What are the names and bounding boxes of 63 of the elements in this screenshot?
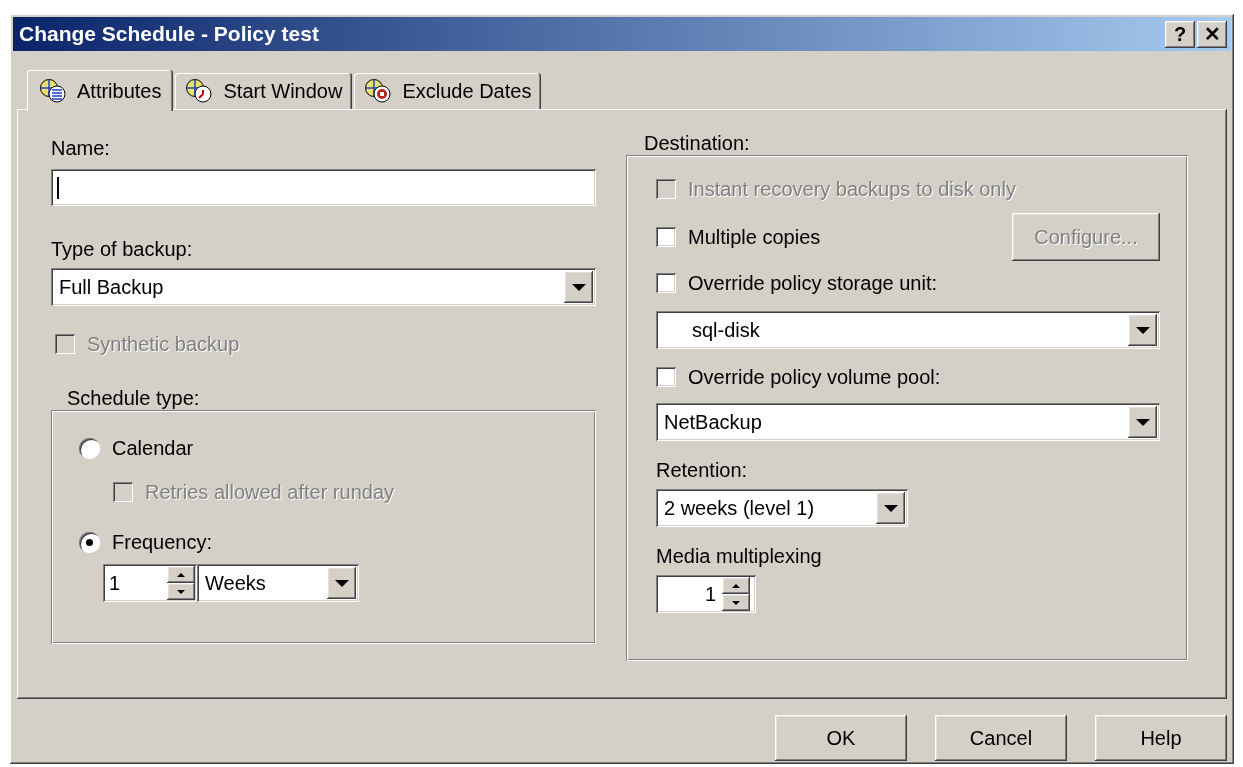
up-arrow-icon	[177, 572, 185, 577]
checkbox-label: Synthetic backup	[87, 332, 240, 356]
dropdown-value: NetBackup	[664, 410, 763, 434]
caret-icon	[1135, 418, 1150, 426]
globe-clock-icon	[185, 78, 214, 104]
dropdown-button[interactable]	[564, 271, 593, 303]
dialog-button[interactable]: OK	[775, 715, 907, 761]
caret-icon	[883, 504, 898, 512]
dropdown-button[interactable]	[1128, 314, 1157, 346]
field-label: Retention:	[656, 458, 748, 482]
backup-type-dropdown[interactable]: Full Backup	[51, 268, 596, 306]
tab[interactable]: Exclude Dates	[354, 73, 542, 109]
caret-icon	[334, 579, 349, 587]
spin-value: 1	[704, 582, 716, 606]
checkbox[interactable]	[656, 227, 676, 247]
radio-label: Frequency:	[112, 530, 213, 554]
checkbox-label: Retries allowed after runday	[145, 480, 394, 504]
dialog-button[interactable]: Cancel	[935, 715, 1067, 761]
field-label: Media multiplexing	[656, 544, 822, 568]
down-arrow-icon	[177, 589, 185, 594]
field-label: Name:	[51, 136, 110, 160]
text-cursor	[57, 176, 59, 199]
checkbox-label: Instant recovery backups to disk only	[688, 177, 1016, 201]
volume-pool-dropdown[interactable]: NetBackup	[656, 403, 1160, 441]
globe-stop-icon	[364, 78, 393, 104]
radio-button[interactable]	[79, 437, 100, 459]
radio-label: Calendar	[112, 436, 194, 460]
spin-field[interactable]: 1	[656, 575, 756, 613]
dropdown-button[interactable]	[876, 492, 905, 524]
window-title: Change Schedule - Policy test	[19, 21, 320, 48]
checkbox-label: Multiple copies	[688, 225, 821, 249]
dropdown-value: sql-disk	[691, 318, 761, 342]
help-button[interactable]: ?	[1165, 20, 1195, 48]
field-label: Type of backup:	[51, 237, 193, 261]
caret-icon	[1135, 326, 1150, 334]
tab[interactable]: Start Window	[175, 73, 353, 109]
spin-down-button[interactable]	[167, 583, 195, 600]
checkbox-label: Override policy storage unit:	[688, 271, 937, 295]
spin-field[interactable]: 1	[103, 564, 197, 602]
tab[interactable]: Attributes	[27, 70, 174, 111]
up-arrow-icon	[732, 583, 740, 588]
caret-icon	[571, 283, 586, 291]
dropdown-value: Weeks	[205, 571, 267, 595]
checkbox[interactable]	[656, 367, 676, 387]
checkbox[interactable]	[656, 273, 676, 293]
name-field[interactable]	[51, 169, 596, 206]
spin-up-button[interactable]	[167, 566, 195, 583]
dropdown-button[interactable]	[1128, 406, 1157, 438]
spin-value: 1	[109, 571, 121, 595]
unit-dropdown[interactable]: Weeks	[197, 564, 359, 602]
dropdown-button[interactable]	[327, 567, 356, 599]
dropdown-value: Full Backup	[59, 275, 165, 299]
globe-list-icon	[39, 77, 67, 104]
retention-dropdown[interactable]: 2 weeks (level 1)	[656, 489, 908, 527]
down-arrow-icon	[732, 600, 740, 605]
dialog-button[interactable]: Help	[1095, 715, 1227, 761]
dropdown-value: 2 weeks (level 1)	[664, 496, 816, 520]
storage-unit-dropdown[interactable]: sql-disk	[656, 311, 1160, 349]
radio-button[interactable]	[79, 531, 100, 553]
checkbox-label: Override policy volume pool:	[688, 365, 941, 389]
spin-up-button[interactable]	[722, 577, 750, 594]
close-button[interactable]: ✕	[1197, 20, 1227, 48]
spin-down-button[interactable]	[722, 594, 750, 611]
